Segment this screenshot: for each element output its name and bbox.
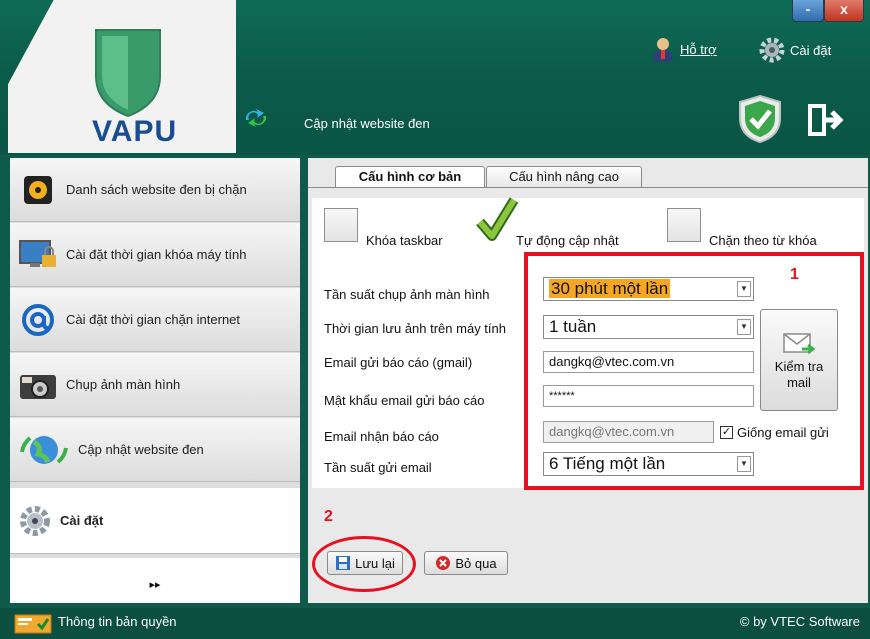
gear-icon [759,37,785,63]
current-section-title: Cập nhật website đen [304,116,430,131]
minimize-button[interactable]: - [792,0,824,22]
annotation-box [524,252,864,490]
send-frequency-label: Tần suất gửi email [324,460,432,475]
cancel-icon [436,556,451,570]
support-label: Hỗ trợ [680,41,717,57]
sidebar-item-internet-block[interactable]: Cài đặt thời gian chặn internet [10,288,300,352]
settings-link[interactable]: Cài đặt [758,36,831,64]
sidebar-item-label: Cập nhật website đen [78,442,204,457]
save-button[interactable]: Lưu lại [327,551,403,575]
sidebar-item-blocked-sites[interactable]: Danh sách website đen bị chặn [10,158,300,222]
license-link[interactable]: Thông tin bản quyền [58,614,177,629]
annotation-number-2: 2 [324,508,333,525]
gear-icon [20,505,50,536]
sidebar-item-label: Cài đặt thời gian khóa máy tính [66,247,247,262]
brand-logo-text: VAPU [92,115,178,148]
keyword-block-checkbox[interactable] [667,208,701,242]
shield-check-icon [739,94,781,144]
sender-password-label: Mật khẩu email gửi báo cáo [324,393,485,408]
tab-advanced-config[interactable]: Cấu hình nâng cao [486,166,642,188]
sidebar-item-label: Cài đặt thời gian chặn internet [66,312,241,327]
shield-logo-icon [95,29,161,118]
globe-update-icon [20,435,68,464]
blocked-sites-icon [24,175,52,204]
cancel-button[interactable]: Bỏ qua [424,551,508,575]
sidebar-item-settings[interactable]: Cài đặt [10,488,300,554]
sidebar-item-update-sites[interactable]: Cập nhật website đen [10,418,300,482]
sidebar-item-screenshot[interactable]: Chụp ảnh màn hình [10,353,300,417]
tab-divider [308,187,868,188]
camera-icon [20,374,56,399]
keyword-block-label: Chặn theo từ khóa [709,233,817,248]
lock-taskbar-checkbox[interactable] [324,208,358,242]
footer: Thông tin bản quyền © by VTEC Software [0,608,870,639]
copyright-text: © by VTEC Software [739,614,860,629]
cancel-label: Bỏ qua [455,555,497,571]
receiver-email-label: Email nhận báo cáo [324,429,439,444]
at-sign-icon [22,303,54,336]
settings-label: Cài đặt [790,42,832,58]
support-person-icon [653,38,673,61]
auto-update-label: Tự động cập nhật [516,233,619,248]
auto-update-checkmark-icon[interactable] [476,196,518,244]
close-button[interactable]: x [824,0,864,22]
sender-email-label: Email gửi báo cáo (gmail) [324,355,473,370]
tab-basic-config[interactable]: Cấu hình cơ bản [335,166,485,188]
save-label: Lưu lại [355,555,395,571]
annotation-number-1: 1 [790,266,799,283]
app-header: VAPU Cập nhật website đen - x Hỗ trợ Cài… [0,0,870,155]
lock-taskbar-label: Khóa taskbar [366,233,443,248]
sidebar-item-label: Chụp ảnh màn hình [66,377,181,392]
sidebar: Danh sách website đen bị chặn Cài đặt th… [10,158,300,603]
sidebar-expand-button[interactable]: ▸▸ [10,558,300,603]
refresh-icon[interactable] [242,108,270,128]
logout-icon[interactable] [808,104,846,136]
floppy-disk-icon [336,556,351,570]
capture-frequency-label: Tần suất chụp ảnh màn hình [324,287,490,302]
license-icon [14,614,52,634]
lock-computer-icon [19,239,56,267]
retention-label: Thời gian lưu ảnh trên máy tính [324,321,506,336]
sidebar-item-label: Danh sách website đen bị chặn [66,182,247,197]
sidebar-item-label: Cài đặt [60,513,104,528]
support-link[interactable]: Hỗ trợ [650,36,717,62]
sidebar-item-lock-computer[interactable]: Cài đặt thời gian khóa máy tính [10,223,300,287]
